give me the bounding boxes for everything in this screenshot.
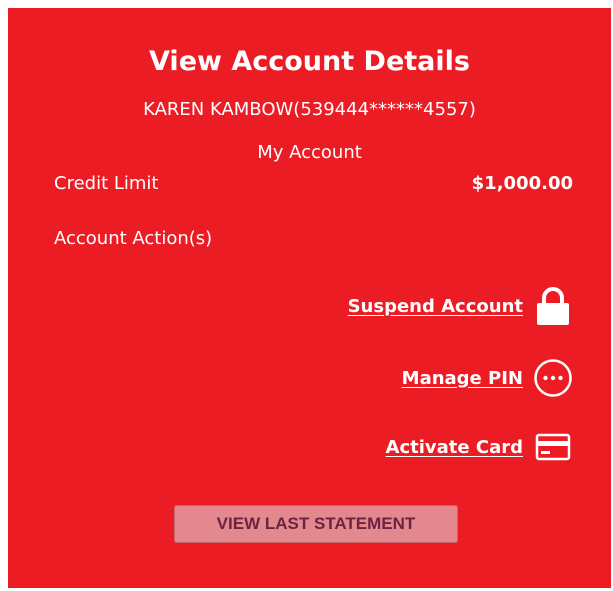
activate-card-action[interactable]: Activate Card bbox=[386, 427, 573, 467]
lock-icon[interactable] bbox=[533, 286, 573, 326]
account-actions-label: Account Action(s) bbox=[54, 228, 213, 249]
credit-card-icon[interactable] bbox=[533, 427, 573, 467]
credit-limit-value: $1,000.00 bbox=[471, 173, 573, 194]
suspend-account-action[interactable]: Suspend Account bbox=[348, 286, 573, 326]
credit-limit-label: Credit Limit bbox=[54, 173, 159, 194]
page-title: View Account Details bbox=[149, 46, 470, 77]
view-last-statement-button[interactable]: VIEW LAST STATEMENT bbox=[174, 505, 458, 543]
manage-pin-action[interactable]: Manage PIN bbox=[402, 358, 573, 398]
account-details-panel: View Account Details KAREN KAMBOW(539444… bbox=[8, 8, 611, 588]
section-heading: My Account bbox=[257, 142, 362, 163]
manage-pin-link[interactable]: Manage PIN bbox=[402, 368, 523, 389]
activate-card-link[interactable]: Activate Card bbox=[386, 437, 523, 458]
account-holder-name: KAREN KAMBOW(539444******4557) bbox=[143, 99, 476, 120]
pin-dots-icon[interactable] bbox=[533, 358, 573, 398]
suspend-account-link[interactable]: Suspend Account bbox=[348, 296, 523, 317]
